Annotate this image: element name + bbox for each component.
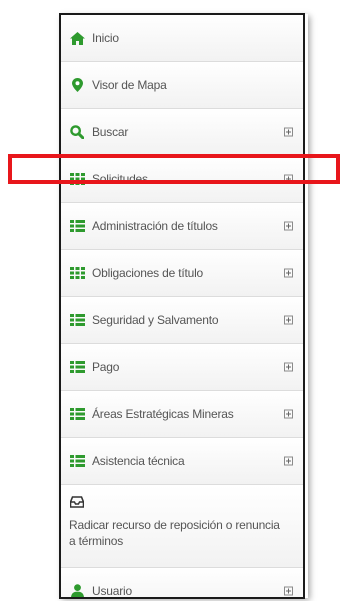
map-marker-icon [69, 78, 85, 92]
list-icon [69, 360, 85, 374]
menu-item-administracion-de-titulos[interactable]: Administración de títulos [61, 203, 303, 250]
menu-item-pago[interactable]: Pago [61, 344, 303, 391]
search-icon [69, 125, 85, 139]
menu-item-label: Usuario [92, 584, 132, 598]
sidebar-menu: Inicio Visor de Mapa Buscar Solicitudes … [59, 13, 305, 599]
inbox-icon [69, 495, 85, 509]
menu-item-buscar[interactable]: Buscar [61, 109, 303, 156]
menu-item-asistencia-tecnica[interactable]: Asistencia técnica [61, 438, 303, 485]
menu-item-label: Asistencia técnica [92, 454, 185, 468]
grid-icon [69, 172, 85, 186]
expand-icon[interactable] [284, 409, 293, 419]
menu-item-obligaciones-de-titulo[interactable]: Obligaciones de título [61, 250, 303, 297]
menu-item-label: Solicitudes [92, 172, 148, 186]
menu-item-inicio[interactable]: Inicio [61, 15, 303, 62]
expand-icon[interactable] [284, 315, 293, 325]
home-icon [69, 31, 85, 45]
menu-item-areas-estrategicas-mineras[interactable]: Áreas Estratégicas Mineras [61, 391, 303, 438]
menu-item-usuario[interactable]: Usuario [61, 568, 303, 598]
menu-item-label: Inicio [92, 31, 119, 45]
list-icon [69, 407, 85, 421]
grid-icon [69, 266, 85, 280]
menu-item-label: Obligaciones de título [92, 266, 204, 280]
expand-icon[interactable] [284, 268, 293, 278]
expand-icon[interactable] [284, 456, 293, 466]
list-icon [69, 454, 85, 468]
expand-icon[interactable] [284, 362, 293, 372]
expand-icon[interactable] [284, 221, 293, 231]
menu-list: Inicio Visor de Mapa Buscar Solicitudes … [61, 15, 303, 598]
expand-icon[interactable] [284, 174, 293, 184]
menu-item-label: Seguridad y Salvamento [92, 313, 219, 327]
list-icon [69, 313, 85, 327]
menu-item-radicar-recurso[interactable]: Radicar recurso de reposición o renuncia… [61, 485, 303, 568]
menu-item-label: Administración de títulos [92, 219, 218, 233]
menu-item-solicitudes[interactable]: Solicitudes [61, 156, 303, 203]
menu-item-label: Pago [92, 360, 120, 374]
user-icon [69, 584, 85, 597]
menu-item-label: Buscar [92, 125, 129, 139]
menu-item-visor-de-mapa[interactable]: Visor de Mapa [61, 62, 303, 109]
menu-item-seguridad-y-salvamento[interactable]: Seguridad y Salvamento [61, 297, 303, 344]
menu-item-label: Visor de Mapa [92, 78, 167, 92]
menu-item-label: Áreas Estratégicas Mineras [92, 407, 234, 421]
list-icon [69, 219, 85, 233]
menu-item-label: Radicar recurso de reposición o renuncia… [69, 518, 280, 548]
expand-icon[interactable] [284, 586, 293, 596]
expand-icon[interactable] [284, 127, 293, 137]
